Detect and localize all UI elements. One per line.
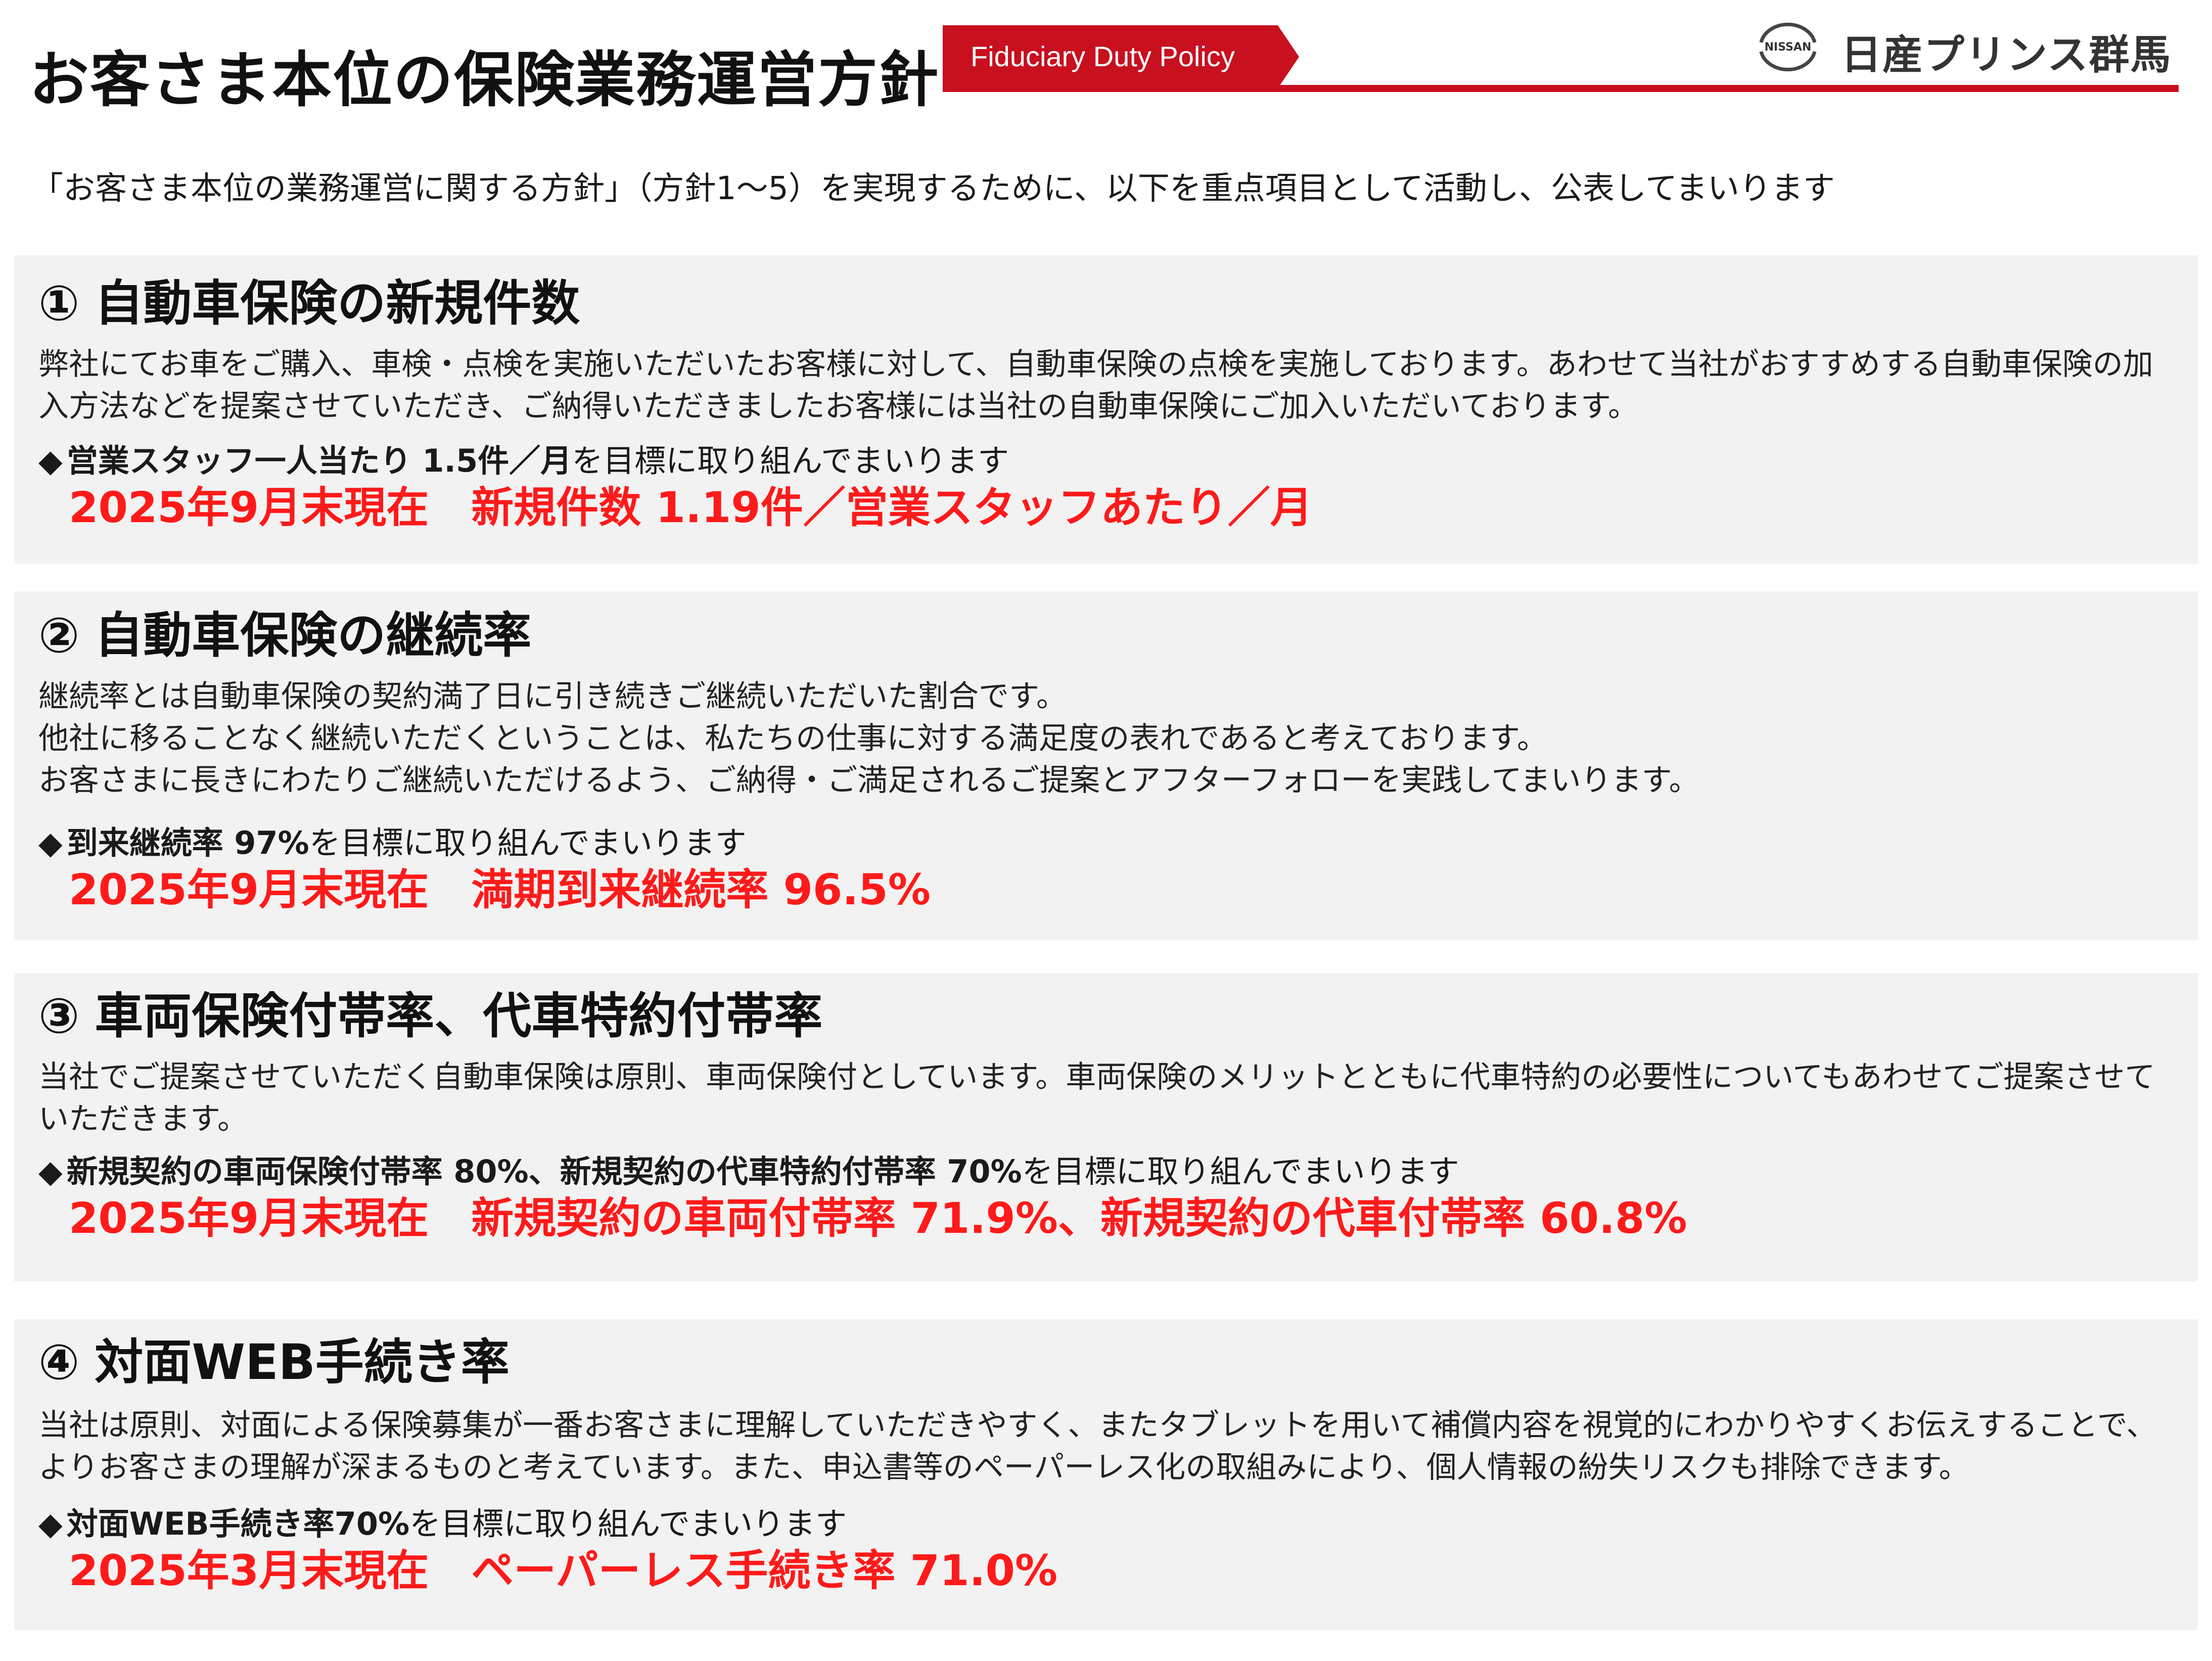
goal-target: 新規契約の車両保険付帯率 80%、新規契約の代車特約付帯率 70% xyxy=(66,1152,1022,1190)
section-result: 2025年9月末現在 満期到来継続率 96.5% xyxy=(69,865,931,915)
goal-rest: を目標に取り組んでまいります xyxy=(309,824,747,861)
diamond-bullet-icon: ◆ xyxy=(38,442,63,479)
section-goal: ◆ 営業スタッフ一人当たり 1.5件／月を目標に取り組んでまいります xyxy=(38,441,2174,482)
goal-rest: を目標に取り組んでまいります xyxy=(1022,1152,1459,1190)
title-rule xyxy=(943,85,2179,92)
page-title: お客さま本位の保険業務運営方針 xyxy=(29,45,940,115)
logo-text: 日産プリンス群馬 xyxy=(1841,31,2172,78)
section-attachment-rate: ③ 車両保険付帯率、代車特約付帯率 当社でご提案させていただく自動車保険は原則、車… xyxy=(14,973,2198,1281)
body-line: お客さまに長きにわたりご継続いただけるよう、ご納得・ご満足されるご提案とアフター… xyxy=(38,762,1699,798)
section-result: 2025年3月末現在 ペーパーレス手続き率 71.0% xyxy=(69,1546,1058,1596)
section-number: ① xyxy=(38,275,80,332)
section-goal: ◆ 新規契約の車両保険付帯率 80%、新規契約の代車特約付帯率 70%を目標に取り… xyxy=(38,1151,2174,1192)
section-title: ② 自動車保険の継続率 xyxy=(38,591,2174,665)
logo-emblem-text: NISSAN xyxy=(1765,41,1812,54)
section-title: ① 自動車保険の新規件数 xyxy=(38,255,2174,333)
section-title-text: 対面WEB手続き率 xyxy=(95,1334,510,1391)
section-title: ③ 車両保険付帯率、代車特約付帯率 xyxy=(38,973,2174,1045)
goal-target: 到来継続率 97% xyxy=(66,824,309,861)
section-title-text: 自動車保険の新規件数 xyxy=(95,275,580,332)
section-number: ④ xyxy=(38,1334,80,1391)
section-body: 継続率とは自動車保険の契約満了日に引き続きご継続いただいた割合です。 他社に移る… xyxy=(38,676,2174,801)
goal-target: 対面WEB手続き率70% xyxy=(66,1505,410,1542)
intro-text: 「お客さま本位の業務運営に関する方針」（方針1～5）を実現するために、以下を重点… xyxy=(31,170,1835,207)
diamond-bullet-icon: ◆ xyxy=(38,1152,63,1190)
section-new-contracts: ① 自動車保険の新規件数 弊社にてお車をご購入、車検・点検を実施いただいたお客様に… xyxy=(14,255,2198,564)
goal-rest: を目標に取り組んでまいります xyxy=(409,1505,847,1542)
section-goal: ◆ 到来継続率 97%を目標に取り組んでまいります xyxy=(38,823,2174,864)
goal-target: 営業スタッフ一人当たり 1.5件／月 xyxy=(66,442,572,479)
section-goal: ◆ 対面WEB手続き率70%を目標に取り組んでまいります xyxy=(38,1504,2174,1545)
company-logo: NISSAN 日産プリンス群馬 xyxy=(1750,19,2190,78)
body-line: 他社に移ることなく継続いただくということは、私たちの仕事に対する満足度の表れであ… xyxy=(38,720,1547,756)
subtitle-text: Fiduciary Duty Policy xyxy=(971,40,1235,72)
section-renewal-rate: ② 自動車保険の継続率 継続率とは自動車保険の契約満了日に引き続きご継続いただいた… xyxy=(14,591,2198,940)
body-line: 継続率とは自動車保険の契約満了日に引き続きご継続いただいた割合です。 xyxy=(38,679,1067,715)
section-body: 弊社にてお車をご購入、車検・点検を実施いただいたお客様に対して、自動車保険の点検… xyxy=(38,347,2153,424)
section-title-text: 車両保険付帯率、代車特約付帯率 xyxy=(95,988,823,1044)
diamond-bullet-icon: ◆ xyxy=(38,1505,63,1542)
section-title: ④ 対面WEB手続き率 xyxy=(38,1319,2174,1392)
section-body: 当社は原則、対面による保険募集が一番お客さまに理解していただきやすく、またタブレ… xyxy=(38,1408,2157,1485)
section-body: 当社でご提案させていただく自動車保険は原則、車両保険付としています。車両保険のメ… xyxy=(38,1059,2155,1137)
section-number: ③ xyxy=(38,988,80,1044)
section-title-text: 自動車保険の継続率 xyxy=(95,607,532,664)
section-result: 2025年9月末現在 新規契約の車両付帯率 71.9%、新規契約の代車付帯率 6… xyxy=(69,1193,1687,1243)
section-number: ② xyxy=(38,607,80,664)
goal-rest: を目標に取り組んでまいります xyxy=(572,442,1009,479)
section-web-procedure-rate: ④ 対面WEB手続き率 当社は原則、対面による保険募集が一番お客さまに理解していた… xyxy=(14,1319,2198,1630)
section-result: 2025年9月末現在 新規件数 1.19件／営業スタッフあたり／月 xyxy=(69,483,1313,533)
nissan-emblem-icon: NISSAN xyxy=(1759,22,1817,72)
diamond-bullet-icon: ◆ xyxy=(38,824,63,861)
